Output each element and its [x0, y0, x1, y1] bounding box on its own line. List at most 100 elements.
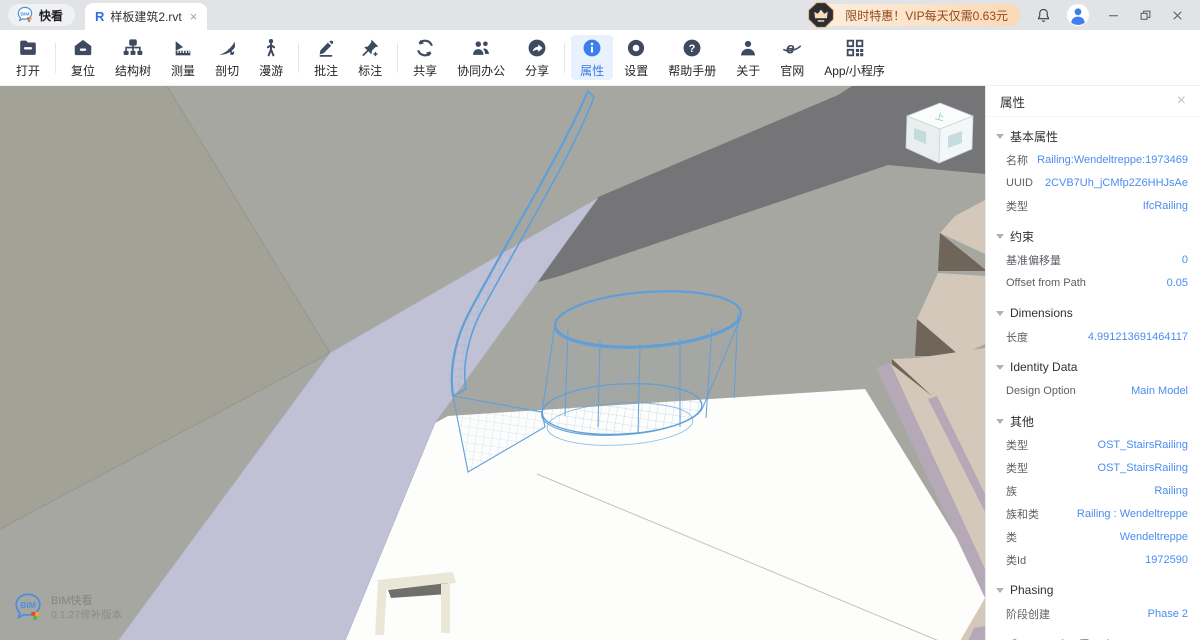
property-value: Wendeltreppe [1120, 531, 1188, 543]
toolbar-item-label: 批注 [314, 62, 338, 79]
property-value: Phase 2 [1148, 608, 1188, 620]
pen-icon [315, 37, 337, 59]
panel-section-title: 基本属性 [1010, 128, 1058, 145]
question-icon: ? [681, 37, 703, 59]
section-cut-icon [216, 37, 238, 59]
document-tab[interactable]: R 样板建筑2.rvt × [85, 3, 207, 30]
viewport-3d[interactable]: 上 BIM BIM快看 0.1.27修补版本 [0, 86, 985, 640]
toolbar-item-website[interactable]: e官网 [771, 35, 813, 80]
document-tab-label: 样板建筑2.rvt [110, 8, 181, 25]
home-icon [72, 37, 94, 59]
toolbar-item-share[interactable]: 分享 [516, 35, 558, 80]
property-row: 类Id1972590 [986, 548, 1200, 571]
pushpin-icon [359, 37, 381, 59]
panel-title: 属性 [1000, 92, 1025, 111]
person-icon [737, 37, 759, 59]
property-row: UUID 2CVB7Uh_jCMfp2Z6HHJsAe [986, 171, 1200, 194]
user-avatar-icon[interactable] [1066, 3, 1090, 27]
property-row: 长度4.991213691464117 [986, 325, 1200, 348]
property-value: IfcRailing [1143, 200, 1188, 212]
vip-promo-banner[interactable]: 限时特惠！VIP每天仅需0.63元 [813, 4, 1020, 26]
chevron-down-icon [996, 234, 1004, 239]
toolbar-item-reset[interactable]: 复位 [62, 35, 104, 80]
property-label: 族 [1006, 483, 1017, 499]
panel-section-header[interactable]: 其他 [986, 409, 1200, 433]
minimize-button[interactable] [1104, 6, 1122, 24]
toolbar-item-settings[interactable]: 设置 [615, 35, 657, 80]
gear-icon [625, 37, 647, 59]
toolbar-item-section-cut[interactable]: 剖切 [206, 35, 248, 80]
property-value: OST_StairsRailing [1098, 462, 1188, 474]
property-row: 基准偏移量 0 [986, 248, 1200, 271]
panel-section-header[interactable]: 基本属性 [986, 124, 1200, 148]
toolbar-item-roam[interactable]: 漫游 [250, 35, 292, 80]
toolbar-item-label: 结构树 [115, 62, 151, 79]
vip-crown-badge-icon [807, 1, 835, 29]
property-label: 基准偏移量 [1006, 252, 1061, 268]
svg-text:e: e [786, 40, 795, 57]
property-value: Railing:Wendeltreppe:1973469 [1037, 154, 1188, 166]
toolbar-item-label: 打开 [16, 62, 40, 79]
property-value: 0.05 [1167, 277, 1188, 289]
titlebar: BIM 快看 R 样板建筑2.rvt × 限时特惠！VIP每天仅需0.63元 [0, 0, 1200, 30]
sync-arrows-icon [414, 37, 436, 59]
toolbar-item-about[interactable]: 关于 [727, 35, 769, 80]
bell-icon[interactable] [1034, 6, 1052, 24]
property-label: 名称 [1006, 152, 1028, 168]
property-value: 2CVB7Uh_jCMfp2Z6HHJsAe [1045, 177, 1188, 189]
panel-section: Construction(Type) [986, 632, 1200, 640]
toolbar-item-share-sync[interactable]: 共享 [404, 35, 446, 80]
chevron-down-icon [996, 419, 1004, 424]
panel-section-title: Phasing [1010, 583, 1053, 597]
toolbar-item-label: 测量 [171, 62, 195, 79]
toolbar-item-open[interactable]: 打开 [7, 35, 49, 80]
toolbar-group: 共享协同办公分享 [403, 30, 559, 85]
panel-section-header[interactable]: Construction(Type) [986, 632, 1200, 640]
toolbar-item-label: 帮助手册 [668, 62, 716, 79]
toolbar-item-label: 共享 [413, 62, 437, 79]
property-value: Railing [1154, 485, 1188, 497]
toolbar-item-help[interactable]: ? 帮助手册 [659, 35, 725, 80]
toolbar-group: 属性设置? 帮助手册 关于 e官网App/小程序 [570, 30, 895, 85]
property-label: Design Option [1006, 385, 1076, 397]
toolbar-item-structure-tree[interactable]: 结构树 [106, 35, 160, 80]
toolbar-item-properties[interactable]: 属性 [571, 35, 613, 80]
property-value: 0 [1182, 254, 1188, 266]
panel-section-header[interactable]: Phasing [986, 578, 1200, 602]
toolbar-item-collaborate[interactable]: 协同办公 [448, 35, 514, 80]
toolbar-item-annotate[interactable]: 批注 [305, 35, 347, 80]
toolbar-item-label: 关于 [736, 62, 760, 79]
panel-section-header[interactable]: Identity Data [986, 355, 1200, 379]
close-button[interactable] [1168, 6, 1186, 24]
app-watermark: BIM BIM快看 0.1.27修补版本 [12, 590, 122, 627]
chevron-down-icon [996, 365, 1004, 370]
3d-scene-canvas[interactable]: 上 [0, 86, 985, 640]
property-label: 类Id [1006, 552, 1026, 568]
toolbar-item-label: 标注 [358, 62, 382, 79]
panel-section-title: 约束 [1010, 228, 1034, 245]
chevron-down-icon [996, 311, 1004, 316]
chevron-down-icon [996, 588, 1004, 593]
property-label: 类型 [1006, 437, 1028, 453]
panel-section-title: Identity Data [1010, 360, 1077, 374]
toolbar-item-measure[interactable]: 测量 [162, 35, 204, 80]
toolbar-item-label: 设置 [624, 62, 648, 79]
folder-open-icon [17, 37, 39, 59]
svg-text:BIM: BIM [20, 600, 36, 610]
app-logo-badge[interactable]: BIM 快看 [8, 4, 75, 26]
property-label: 族和类 [1006, 506, 1039, 522]
panel-section-header[interactable]: Dimensions [986, 301, 1200, 325]
watermark-title: BIM快看 [51, 595, 122, 609]
restore-button[interactable] [1136, 6, 1154, 24]
property-row: 类Wendeltreppe [986, 525, 1200, 548]
panel-close-icon[interactable]: × [1177, 93, 1186, 109]
panel-section-header[interactable]: 约束 [986, 224, 1200, 248]
toolbar-separator [298, 43, 299, 73]
bim-bubble-logo-icon: BIM [12, 590, 44, 627]
toolbar-item-markup[interactable]: 标注 [349, 35, 391, 80]
property-label: UUID [1006, 177, 1033, 189]
toolbar-item-app-miniprogram[interactable]: App/小程序 [815, 35, 894, 80]
property-row: 阶段创建Phase 2 [986, 602, 1200, 625]
property-row: 类型OST_StairsRailing [986, 433, 1200, 456]
tab-close-icon[interactable]: × [190, 9, 198, 24]
